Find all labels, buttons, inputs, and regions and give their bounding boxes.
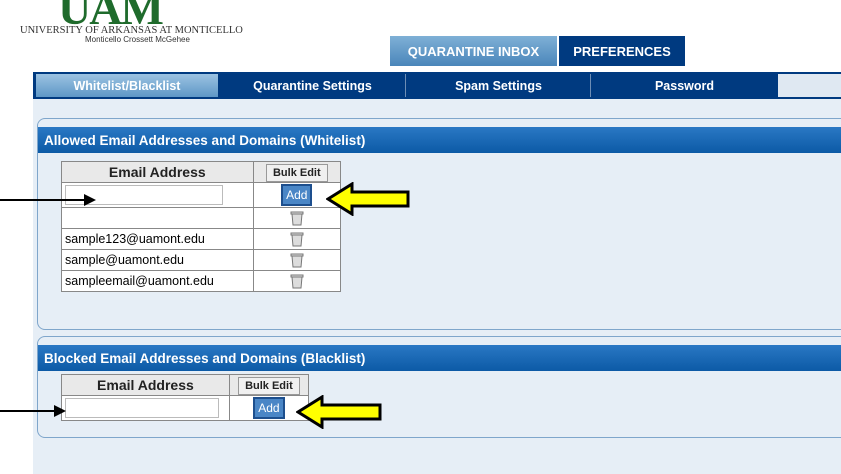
whitelist-entry: sample@uamont.edu <box>61 249 254 271</box>
tab-quarantine-inbox[interactable]: QUARANTINE INBOX <box>390 36 557 66</box>
whitelist-panel: Allowed Email Addresses and Domains (Whi… <box>37 118 841 330</box>
blacklist-bulk-edit-button[interactable]: Bulk Edit <box>238 376 300 395</box>
black-arrow-icon <box>0 194 96 206</box>
nav-spam-settings[interactable]: Spam Settings <box>407 74 591 97</box>
table-row: sample123@uamont.edu <box>61 228 342 250</box>
blacklist-email-input[interactable] <box>65 398 219 418</box>
blacklist-title: Blocked Email Addresses and Domains (Bla… <box>38 345 841 371</box>
whitelist-bulk-edit-button[interactable]: Bulk Edit <box>265 163 328 182</box>
nav-bar-filler <box>778 74 841 97</box>
whitelist-column-header: Email Address <box>61 161 254 183</box>
blacklist-add-button[interactable]: Add <box>253 397 285 419</box>
whitelist-table: Email Address Bulk Edit Add sample123@ua… <box>61 161 342 292</box>
blacklist-panel: Blocked Email Addresses and Domains (Bla… <box>37 336 841 438</box>
blacklist-table: Email Address Bulk Edit Add <box>61 374 310 421</box>
trash-icon[interactable] <box>290 252 304 268</box>
yellow-arrow-icon <box>296 395 382 429</box>
trash-icon[interactable] <box>290 210 304 226</box>
whitelist-entry: sample123@uamont.edu <box>61 228 254 250</box>
blacklist-column-header: Email Address <box>61 374 230 396</box>
trash-icon[interactable] <box>290 273 304 289</box>
trash-icon[interactable] <box>290 231 304 247</box>
nav-password[interactable]: Password <box>592 74 777 97</box>
yellow-arrow-icon <box>326 182 410 216</box>
nav-quarantine-settings[interactable]: Quarantine Settings <box>220 74 406 97</box>
table-row: sample@uamont.edu <box>61 249 342 271</box>
table-row: sampleemail@uamont.edu <box>61 270 342 292</box>
whitelist-entry <box>61 207 254 229</box>
nav-whitelist-blacklist[interactable]: Whitelist/Blacklist <box>36 74 218 97</box>
whitelist-title: Allowed Email Addresses and Domains (Whi… <box>38 127 841 153</box>
campus-list: Monticello Crossett McGehee <box>85 35 190 44</box>
black-arrow-icon <box>0 405 66 417</box>
whitelist-entry: sampleemail@uamont.edu <box>61 270 254 292</box>
table-row <box>61 207 342 229</box>
tab-preferences[interactable]: PREFERENCES <box>559 36 685 66</box>
whitelist-add-button[interactable]: Add <box>281 184 313 206</box>
